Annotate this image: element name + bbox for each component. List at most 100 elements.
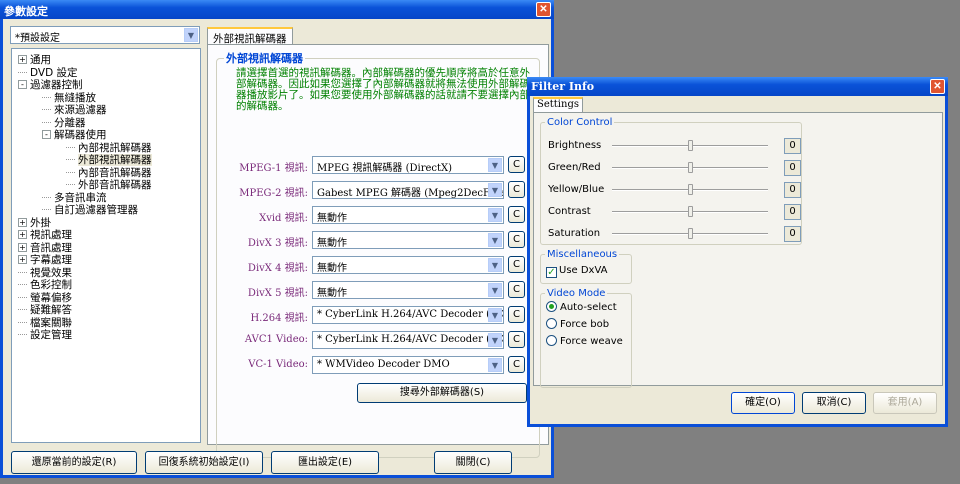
tree-item[interactable]: 自訂過濾器管理器 bbox=[42, 204, 138, 216]
tree-item[interactable]: 外部音訊解碼器 bbox=[66, 179, 152, 191]
tree-item[interactable]: 內部視訊解碼器 bbox=[66, 142, 152, 154]
tab-settings[interactable]: Settings bbox=[533, 97, 583, 112]
decoder-value: 無動作 bbox=[317, 213, 347, 224]
collapse-icon[interactable]: - bbox=[42, 130, 51, 139]
decoder-select[interactable]: 無動作 ▼ bbox=[312, 206, 504, 224]
chevron-down-icon[interactable]: ▼ bbox=[488, 308, 502, 322]
tree-item[interactable]: 設定管理 bbox=[18, 329, 72, 341]
decoder-value: * CyberLink H.264/AVC Decoder (PDVI bbox=[317, 334, 504, 345]
chevron-down-icon[interactable]: ▼ bbox=[488, 208, 502, 222]
decoder-label: DivX 4 視訊: bbox=[247, 263, 308, 274]
tree-item[interactable]: - 解碼器使用 bbox=[42, 129, 107, 141]
checkbox-icon[interactable]: ✓ bbox=[546, 267, 557, 278]
tree-item[interactable]: 外部視訊解碼器 bbox=[66, 154, 152, 166]
slider-thumb[interactable] bbox=[688, 206, 693, 217]
close-icon[interactable]: ✕ bbox=[930, 79, 945, 94]
decoder-config-button[interactable]: C bbox=[508, 331, 525, 348]
restore-settings-button[interactable]: 還原當前的設定(R) bbox=[11, 451, 137, 474]
chevron-down-icon[interactable]: ▼ bbox=[488, 233, 502, 247]
collapse-icon[interactable]: - bbox=[18, 80, 27, 89]
expand-icon[interactable]: + bbox=[18, 217, 27, 227]
close-button[interactable]: 關閉(C) bbox=[434, 451, 512, 474]
slider-label: Green/Red bbox=[548, 162, 601, 173]
decoder-config-button[interactable]: C bbox=[508, 356, 525, 373]
tree-item[interactable]: + 外掛 bbox=[18, 217, 51, 229]
chevron-down-icon[interactable]: ▼ bbox=[488, 333, 502, 347]
apply-button[interactable]: 套用(A) bbox=[873, 392, 937, 414]
ok-button[interactable]: 確定(O) bbox=[731, 392, 795, 414]
tree-item[interactable]: 檔案關聯 bbox=[18, 317, 72, 329]
tree-item-label: 外部視訊解碼器 bbox=[78, 154, 152, 166]
radio-icon[interactable] bbox=[546, 335, 557, 346]
video-mode-radio[interactable]: Force bob bbox=[546, 318, 609, 330]
slider-thumb[interactable] bbox=[688, 140, 693, 151]
chevron-down-icon[interactable]: ▼ bbox=[488, 158, 502, 172]
tree-item[interactable]: + 通用 bbox=[18, 54, 51, 66]
slider-thumb[interactable] bbox=[688, 228, 693, 239]
tree-item[interactable]: 疑難解答 bbox=[18, 304, 72, 316]
tree-line bbox=[66, 184, 75, 185]
decoder-config-button[interactable]: C bbox=[508, 206, 525, 223]
tree-item[interactable]: 無縫播放 bbox=[42, 92, 96, 104]
title-bar[interactable]: 參數設定 ✕ bbox=[0, 0, 554, 19]
radio-label: Auto-select bbox=[560, 302, 617, 313]
chevron-down-icon[interactable]: ▼ bbox=[488, 358, 502, 372]
decoder-config-button[interactable]: C bbox=[508, 281, 525, 298]
search-decoders-button[interactable]: 搜尋外部解碼器(S) bbox=[357, 383, 527, 403]
video-mode-radio[interactable]: Force weave bbox=[546, 335, 623, 347]
decoder-select[interactable]: Gabest MPEG 解碼器 (Mpeg2DecFilter.a ▼ bbox=[312, 181, 504, 199]
decoder-config-button[interactable]: C bbox=[508, 181, 525, 198]
decoder-select[interactable]: * WMVideo Decoder DMO ▼ bbox=[312, 356, 504, 374]
decoder-config-button[interactable]: C bbox=[508, 256, 525, 273]
tab-external-video-decoder[interactable]: 外部視訊解碼器 bbox=[207, 27, 293, 45]
decoder-config-button[interactable]: C bbox=[508, 306, 525, 323]
expand-icon[interactable]: + bbox=[18, 255, 27, 264]
radio-icon[interactable] bbox=[546, 318, 557, 329]
chevron-down-icon[interactable]: ▼ bbox=[184, 28, 198, 42]
tree-item[interactable]: 多音訊串流 bbox=[42, 192, 107, 204]
slider-value: 0 bbox=[784, 204, 801, 220]
chevron-down-icon[interactable]: ▼ bbox=[488, 283, 502, 297]
tree-item[interactable]: 螢幕偏移 bbox=[18, 292, 72, 304]
radio-label: Force bob bbox=[560, 319, 610, 330]
tree-item[interactable]: 視覺效果 bbox=[18, 267, 72, 279]
tree-item[interactable]: + 字幕處理 bbox=[18, 254, 72, 266]
decoder-config-button[interactable]: C bbox=[508, 231, 525, 248]
expand-icon[interactable]: + bbox=[18, 55, 27, 64]
chevron-down-icon[interactable]: ▼ bbox=[488, 258, 502, 272]
decoder-select[interactable]: MPEG 視訊解碼器 (DirectX) ▼ bbox=[312, 156, 504, 174]
tree-item[interactable]: 來源過濾器 bbox=[42, 104, 107, 116]
decoder-select[interactable]: 無動作 ▼ bbox=[312, 281, 504, 299]
reset-defaults-button[interactable]: 回復系統初始設定(I) bbox=[145, 451, 263, 474]
title-bar[interactable]: Filter Info ✕ bbox=[527, 77, 948, 96]
preset-select[interactable]: *預設設定 ▼ bbox=[10, 26, 200, 44]
decoder-select[interactable]: * CyberLink H.264/AVC Decoder (PDVI ▼ bbox=[312, 306, 504, 324]
decoder-select[interactable]: * CyberLink H.264/AVC Decoder (PDVI ▼ bbox=[312, 331, 504, 349]
dialog-title: Filter Info bbox=[531, 80, 595, 93]
expand-icon[interactable]: + bbox=[18, 230, 27, 239]
chevron-down-icon[interactable]: ▼ bbox=[488, 183, 502, 197]
tab-panel: Color Control Brightness 0 Green/Red 0 Y… bbox=[533, 112, 943, 388]
tree-item[interactable]: 色彩控制 bbox=[18, 279, 72, 291]
expand-icon[interactable]: + bbox=[18, 242, 27, 252]
tree-item[interactable]: 內部音訊解碼器 bbox=[66, 167, 152, 179]
tree-item[interactable]: + 音訊處理 bbox=[18, 242, 72, 254]
slider-value: 0 bbox=[784, 226, 801, 242]
slider-thumb[interactable] bbox=[688, 184, 693, 195]
close-icon[interactable]: ✕ bbox=[536, 2, 551, 17]
tree-item[interactable]: DVD 設定 bbox=[18, 67, 78, 79]
settings-tree[interactable]: + 通用 DVD 設定 - 過濾器控制 無縫播放 來源過濾器 分離器 - 解碼器使用 內部視訊解碼器… bbox=[11, 48, 201, 443]
tree-item[interactable]: + 視訊處理 bbox=[18, 229, 72, 241]
decoder-select[interactable]: 無動作 ▼ bbox=[312, 256, 504, 274]
cancel-button[interactable]: 取消(C) bbox=[802, 392, 866, 414]
tree-item[interactable]: 分離器 bbox=[42, 117, 86, 129]
tree-item[interactable]: - 過濾器控制 bbox=[18, 79, 83, 91]
use-dxva-checkbox[interactable]: ✓ Use DxVA bbox=[546, 265, 608, 278]
radio-icon[interactable] bbox=[546, 301, 557, 312]
slider-thumb[interactable] bbox=[688, 162, 693, 173]
decoder-select[interactable]: 無動作 ▼ bbox=[312, 231, 504, 249]
export-settings-button[interactable]: 匯出設定(E) bbox=[271, 451, 379, 474]
decoder-config-button[interactable]: C bbox=[508, 156, 525, 173]
tree-item-label: 多音訊串流 bbox=[54, 191, 107, 204]
video-mode-radio[interactable]: Auto-select bbox=[546, 301, 617, 313]
